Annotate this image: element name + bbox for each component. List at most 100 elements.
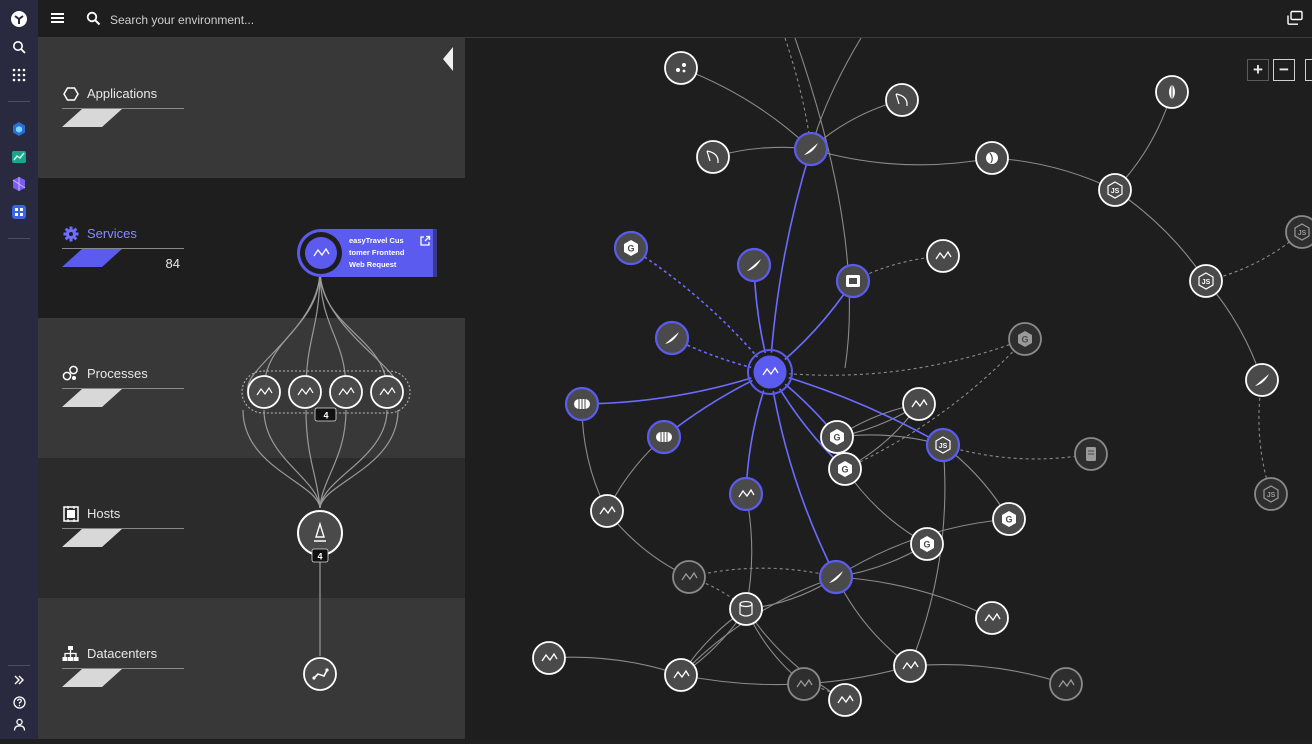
graph-node[interactable]: JS xyxy=(1189,264,1223,298)
logo-icon[interactable] xyxy=(7,7,31,31)
search-input[interactable] xyxy=(108,8,612,32)
svg-text:JS: JS xyxy=(1267,492,1276,499)
graph-edge xyxy=(784,37,812,150)
graph-edge-highlighted xyxy=(769,371,837,578)
graph-edge xyxy=(835,576,993,619)
selected-service-node[interactable] xyxy=(747,349,793,395)
graph-node[interactable] xyxy=(646,419,682,455)
graph-node[interactable] xyxy=(787,667,821,701)
stack-edges xyxy=(242,269,399,656)
open-external-icon[interactable] xyxy=(419,235,431,247)
graph-node[interactable] xyxy=(664,658,698,692)
zoom-out-button[interactable]: − xyxy=(1273,59,1295,81)
graph-node[interactable] xyxy=(1155,75,1189,109)
hub-icon[interactable] xyxy=(7,172,31,196)
service-flow-graph[interactable]: JS JS G G JS G JS G JS G G + − xyxy=(465,37,1312,739)
process-count-badge[interactable]: 4 xyxy=(314,407,337,422)
graph-node[interactable] xyxy=(902,387,936,421)
expand-icon[interactable] xyxy=(7,668,31,692)
graph-node[interactable]: JS xyxy=(925,427,961,463)
process-node[interactable] xyxy=(288,375,322,409)
process-node[interactable] xyxy=(370,375,404,409)
graph-edge xyxy=(1114,189,1207,282)
process-node[interactable] xyxy=(329,375,363,409)
graph-edge xyxy=(1205,280,1263,381)
zoom-in-button[interactable]: + xyxy=(1247,59,1269,81)
hamburger-menu-icon[interactable] xyxy=(50,10,66,26)
graph-node[interactable] xyxy=(793,131,829,167)
graph-node[interactable] xyxy=(1049,667,1083,701)
graph-node[interactable] xyxy=(885,83,919,117)
svg-text:JS: JS xyxy=(1202,279,1211,286)
graph-node[interactable] xyxy=(828,683,862,717)
help-icon[interactable] xyxy=(7,690,31,714)
rail-divider xyxy=(8,665,30,666)
graph-node[interactable]: G xyxy=(828,452,862,486)
graph-node[interactable] xyxy=(728,476,764,512)
service-node-icon xyxy=(300,232,342,274)
graph-node[interactable] xyxy=(926,239,960,273)
process-node[interactable] xyxy=(247,375,281,409)
graph-node[interactable] xyxy=(564,386,600,422)
top-bar xyxy=(38,0,1312,38)
graph-node[interactable] xyxy=(818,559,854,595)
window-switch-icon[interactable] xyxy=(1286,10,1304,26)
graph-node[interactable] xyxy=(696,140,730,174)
graph-node[interactable]: G xyxy=(820,420,854,454)
svg-text:G: G xyxy=(627,244,634,254)
search-icon[interactable] xyxy=(7,35,31,59)
graph-node[interactable] xyxy=(590,494,624,528)
graph-edge xyxy=(688,567,837,578)
graph-node[interactable] xyxy=(729,592,763,626)
graph-node[interactable]: G xyxy=(992,502,1026,536)
graph-edge-highlighted xyxy=(769,148,812,373)
svg-text:JS: JS xyxy=(939,443,948,450)
graph-canvas[interactable]: JS JS G G JS G JS G JS G G xyxy=(465,37,1312,739)
host-count-badge[interactable]: 4 xyxy=(311,548,329,563)
graph-node[interactable] xyxy=(1245,363,1279,397)
layer-panel: Applications Services 84 Processes Hosts… xyxy=(38,38,465,739)
graph-node[interactable] xyxy=(672,560,706,594)
graph-node[interactable] xyxy=(654,320,690,356)
rail-divider xyxy=(8,238,30,239)
graph-node[interactable] xyxy=(835,263,871,299)
graph-edge xyxy=(835,576,911,667)
graph-node[interactable]: G xyxy=(1008,322,1042,356)
svg-text:G: G xyxy=(1005,515,1012,525)
graph-edges xyxy=(548,37,1303,701)
user-icon[interactable] xyxy=(7,712,31,736)
vertical-stack-diagram: 4 4 xyxy=(241,269,411,691)
apps-grid-icon[interactable] xyxy=(7,63,31,87)
graph-nodes: JS JS G G JS G JS G JS G G xyxy=(532,51,1312,717)
graph-node[interactable] xyxy=(893,649,927,683)
selected-service-label: easyTravel Cus tomer Frontend Web Reques… xyxy=(349,236,405,269)
graph-node[interactable] xyxy=(664,51,698,85)
graph-edge xyxy=(909,664,1067,685)
graph-edge xyxy=(794,37,850,369)
smartscape-icon[interactable] xyxy=(7,117,31,141)
graph-node[interactable] xyxy=(1074,437,1108,471)
fit-view-button[interactable] xyxy=(1305,59,1312,81)
datacenter-node[interactable] xyxy=(303,657,337,691)
graph-node[interactable] xyxy=(975,601,1009,635)
graph-node[interactable] xyxy=(736,247,772,283)
svg-text:G: G xyxy=(1021,335,1028,345)
graph-node[interactable]: JS xyxy=(1098,173,1132,207)
graph-node[interactable]: JS xyxy=(1285,215,1312,249)
graph-edge xyxy=(1258,379,1272,495)
grid-icon[interactable] xyxy=(7,200,31,224)
graph-node[interactable]: JS xyxy=(1254,477,1288,511)
process-count: 4 xyxy=(323,411,328,421)
graph-edge xyxy=(548,656,682,676)
graph-node[interactable]: G xyxy=(910,527,944,561)
graph-node[interactable]: G xyxy=(613,230,649,266)
left-nav-rail xyxy=(0,0,38,739)
graph-node[interactable] xyxy=(975,141,1009,175)
svg-text:JS: JS xyxy=(1298,230,1307,237)
dashboard-icon[interactable] xyxy=(7,145,31,169)
svg-text:G: G xyxy=(833,433,840,443)
graph-node[interactable] xyxy=(532,641,566,675)
host-node[interactable] xyxy=(297,510,343,556)
graph-edge xyxy=(942,444,1092,460)
selected-service-card[interactable]: easyTravel Cus tomer Frontend Web Reques… xyxy=(297,229,437,277)
